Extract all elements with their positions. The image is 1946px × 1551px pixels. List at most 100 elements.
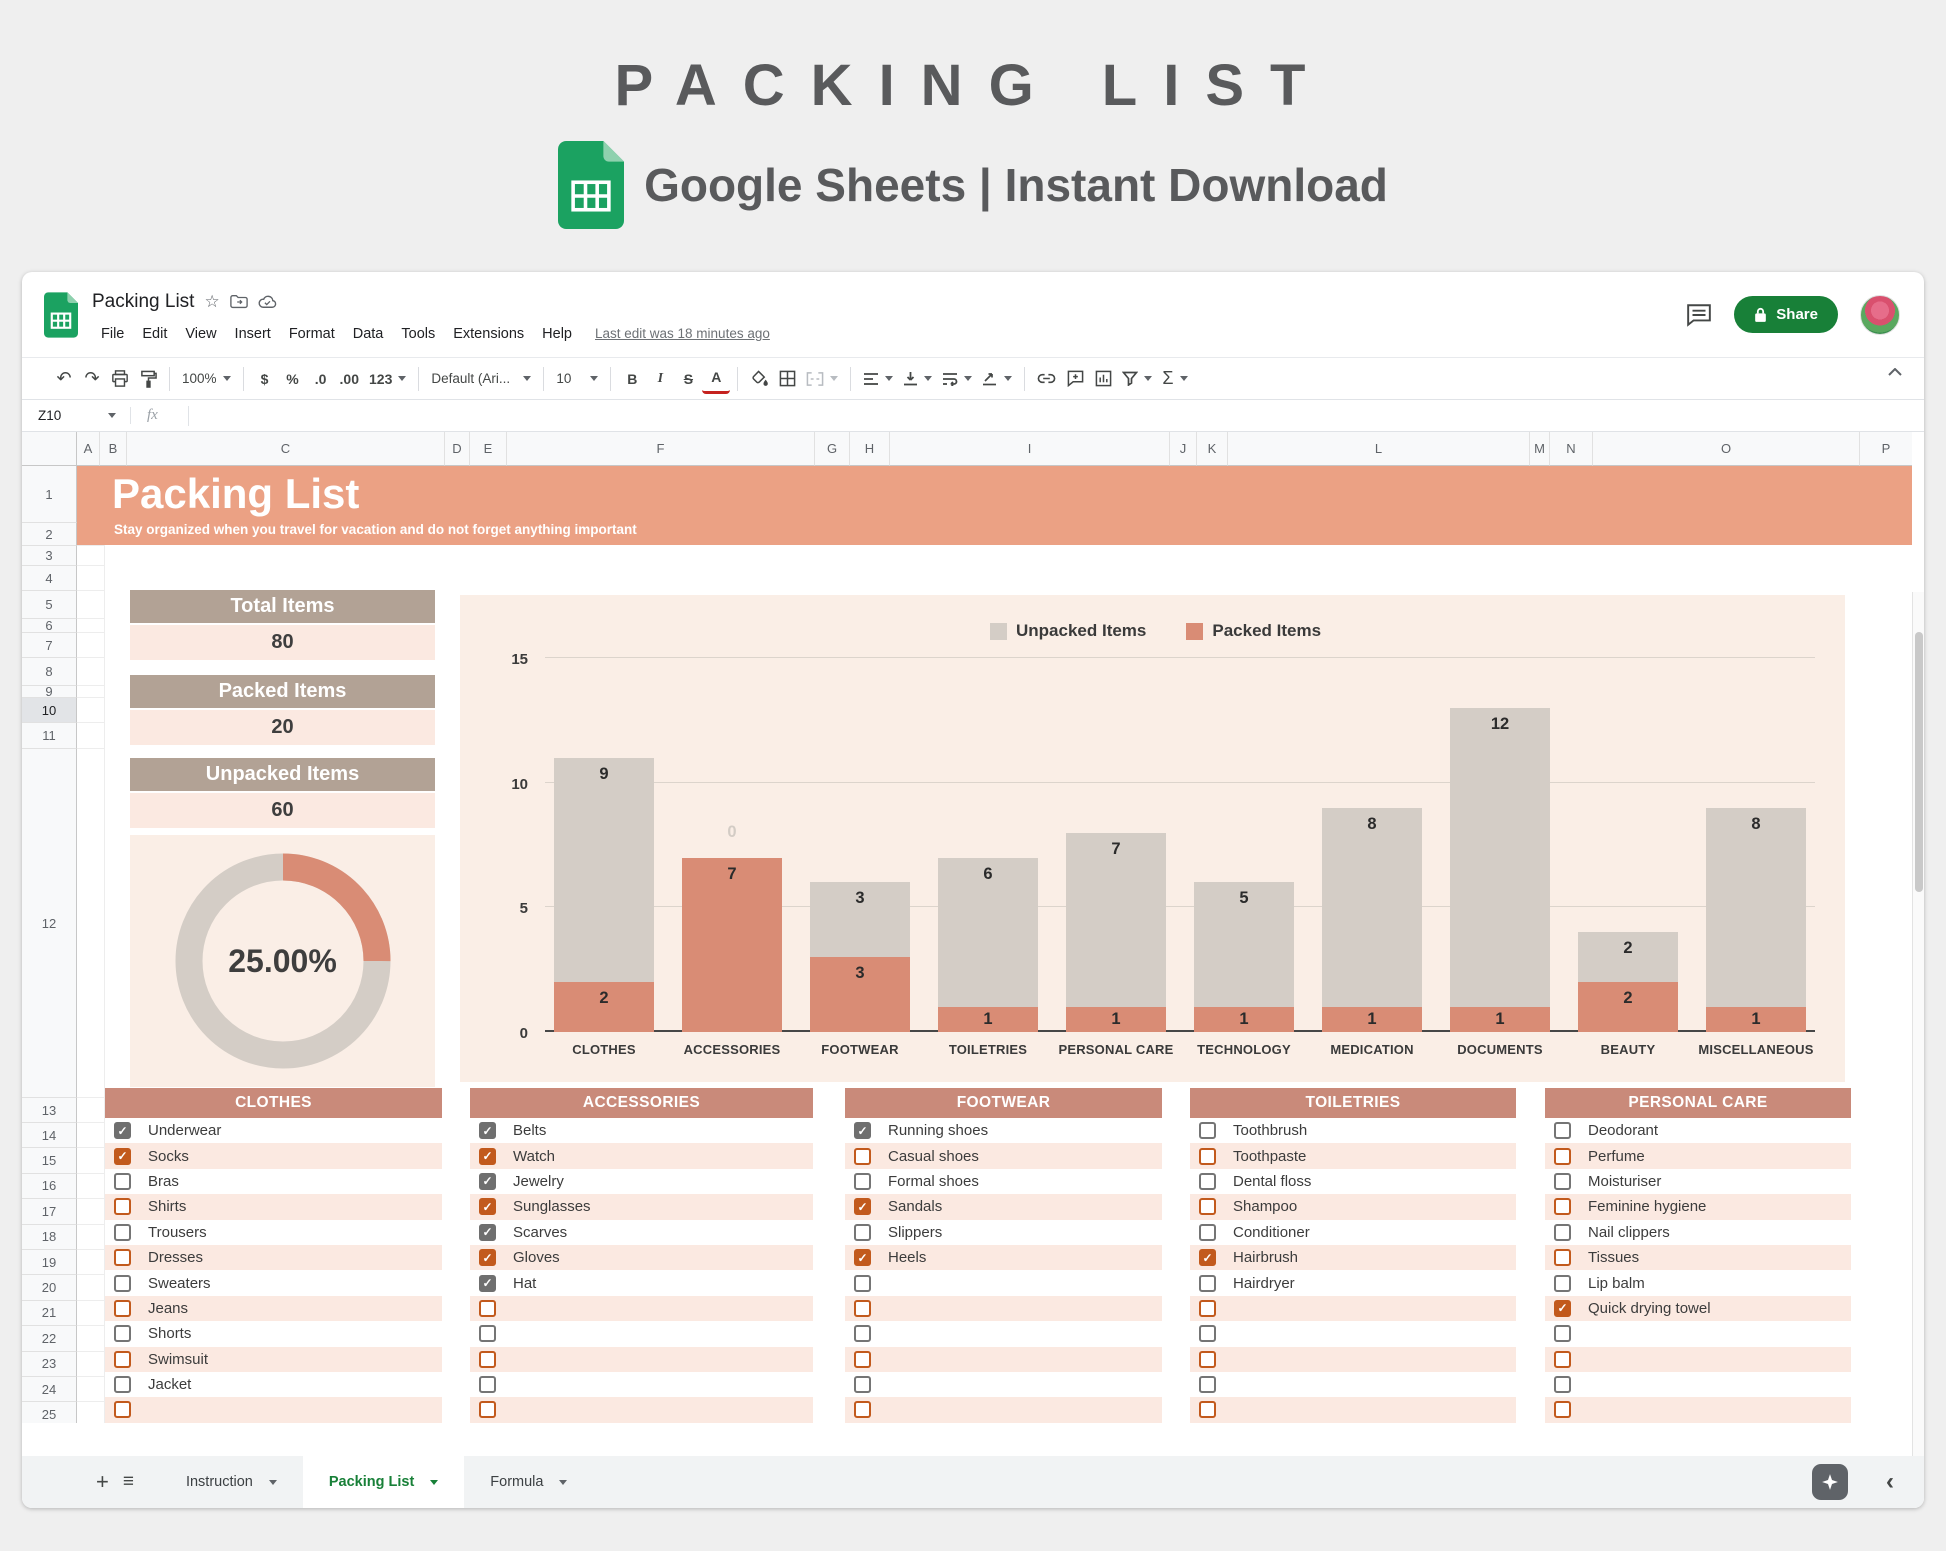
checkbox-unchecked[interactable] — [1199, 1275, 1216, 1292]
row-header-13[interactable]: 13 — [22, 1098, 77, 1123]
checklist-item-dresses[interactable]: Dresses — [105, 1245, 442, 1270]
checkbox-unchecked[interactable] — [114, 1249, 131, 1266]
checklist-item[interactable] — [470, 1347, 813, 1372]
vertical-scrollbar[interactable]: ▲▼ — [1912, 592, 1924, 1508]
grid-cell[interactable] — [77, 633, 105, 658]
grid-cell[interactable] — [77, 1225, 105, 1250]
checkbox-unchecked[interactable] — [479, 1376, 496, 1393]
insert-comment-button[interactable] — [1061, 364, 1089, 394]
checklist-item[interactable] — [105, 1397, 442, 1422]
sheet-tab-formula[interactable]: Formula — [464, 1456, 593, 1508]
font-select[interactable]: Default (Ari... — [426, 364, 536, 394]
checkbox-unchecked[interactable] — [854, 1351, 871, 1368]
checklist-item[interactable] — [1190, 1397, 1516, 1422]
checkbox-unchecked[interactable] — [1199, 1325, 1216, 1342]
checkbox-unchecked[interactable] — [479, 1401, 496, 1418]
bold-button[interactable]: B — [618, 364, 646, 394]
checklist-item[interactable] — [1190, 1372, 1516, 1397]
checklist-item-watch[interactable]: ✓Watch — [470, 1143, 813, 1168]
checkbox-checked[interactable]: ✓ — [479, 1224, 496, 1241]
bar-chart[interactable]: Unpacked ItemsPacked Items 05101529CLOTH… — [460, 595, 1845, 1082]
grid-cell[interactable] — [77, 1199, 105, 1224]
italic-button[interactable]: I — [646, 364, 674, 394]
checklist-item[interactable] — [1545, 1397, 1851, 1422]
checkbox-unchecked[interactable] — [854, 1275, 871, 1292]
merge-cells-button[interactable] — [801, 364, 843, 394]
row-header-12[interactable]: 12 — [22, 749, 77, 1098]
row-header-6[interactable]: 6 — [22, 619, 77, 633]
grid-cell[interactable] — [77, 1148, 105, 1173]
checklist-item[interactable] — [470, 1321, 813, 1346]
checklist-item-hairdryer[interactable]: Hairdryer — [1190, 1270, 1516, 1295]
checklist-item-lip-balm[interactable]: Lip balm — [1545, 1270, 1851, 1295]
row-header-23[interactable]: 23 — [22, 1352, 77, 1377]
checkbox-unchecked[interactable] — [1554, 1401, 1571, 1418]
checkbox-unchecked[interactable] — [854, 1376, 871, 1393]
grid-cell[interactable] — [77, 1326, 105, 1351]
checklist-item-swimsuit[interactable]: Swimsuit — [105, 1347, 442, 1372]
column-header-C[interactable]: C — [127, 432, 445, 466]
checklist-item[interactable] — [1545, 1347, 1851, 1372]
checklist-item-slippers[interactable]: Slippers — [845, 1220, 1162, 1245]
horizontal-align-button[interactable] — [858, 364, 898, 394]
share-button[interactable]: Share — [1734, 296, 1838, 333]
grid-cell[interactable] — [77, 749, 105, 1098]
more-formats-button[interactable]: 123 — [364, 364, 411, 394]
select-all-corner[interactable] — [22, 432, 77, 466]
grid-cell[interactable] — [77, 1098, 105, 1123]
checkbox-unchecked[interactable] — [854, 1300, 871, 1317]
donut-chart[interactable]: 25.00% — [130, 835, 435, 1087]
row-header-4[interactable]: 4 — [22, 566, 77, 591]
checklist-item-moisturiser[interactable]: Moisturiser — [1545, 1169, 1851, 1194]
row-header-16[interactable]: 16 — [22, 1174, 77, 1199]
borders-button[interactable] — [773, 364, 801, 394]
checkbox-unchecked[interactable] — [1554, 1224, 1571, 1241]
menu-view[interactable]: View — [176, 322, 225, 346]
checkbox-unchecked[interactable] — [479, 1351, 496, 1368]
checkbox-checked[interactable]: ✓ — [479, 1275, 496, 1292]
checklist-item-conditioner[interactable]: Conditioner — [1190, 1220, 1516, 1245]
checkbox-unchecked[interactable] — [1554, 1275, 1571, 1292]
row-header-25[interactable]: 25 — [22, 1402, 77, 1423]
row-header-10[interactable]: 10 — [22, 698, 77, 723]
column-header-F[interactable]: F — [507, 432, 815, 466]
paint-format-button[interactable] — [134, 364, 162, 394]
checkbox-checked[interactable]: ✓ — [114, 1122, 131, 1139]
column-header-G[interactable]: G — [815, 432, 850, 466]
grid-cell[interactable] — [77, 1377, 105, 1402]
column-header-N[interactable]: N — [1550, 432, 1593, 466]
row-header-15[interactable]: 15 — [22, 1148, 77, 1173]
checkbox-unchecked[interactable] — [1199, 1401, 1216, 1418]
checklist-item-belts[interactable]: ✓Belts — [470, 1118, 813, 1143]
sheet-tab-packing-list[interactable]: Packing List — [303, 1456, 464, 1508]
grid-cell[interactable] — [77, 723, 105, 749]
row-header-7[interactable]: 7 — [22, 633, 77, 658]
checkbox-unchecked[interactable] — [1199, 1198, 1216, 1215]
show-side-panel-icon[interactable]: ‹ — [1886, 1468, 1894, 1496]
checkbox-unchecked[interactable] — [114, 1376, 131, 1393]
column-header-K[interactable]: K — [1197, 432, 1228, 466]
checkbox-unchecked[interactable] — [114, 1401, 131, 1418]
collapse-toolbar-icon[interactable] — [1888, 368, 1902, 376]
grid-cell[interactable] — [77, 619, 105, 633]
name-box[interactable]: Z10 — [22, 408, 126, 423]
filter-button[interactable] — [1117, 364, 1157, 394]
checkbox-checked[interactable]: ✓ — [1554, 1300, 1571, 1317]
checklist-item[interactable] — [1190, 1321, 1516, 1346]
checkbox-unchecked[interactable] — [854, 1224, 871, 1241]
grid-cell[interactable] — [77, 1352, 105, 1377]
checklist-item[interactable] — [1545, 1372, 1851, 1397]
grid-cell[interactable] — [77, 698, 105, 723]
menu-file[interactable]: File — [92, 322, 133, 346]
checkbox-unchecked[interactable] — [114, 1300, 131, 1317]
text-color-button[interactable]: A — [702, 364, 730, 394]
checkbox-checked[interactable]: ✓ — [479, 1148, 496, 1165]
row-header-17[interactable]: 17 — [22, 1199, 77, 1224]
checklist-item[interactable] — [470, 1397, 813, 1422]
checklist-item[interactable] — [1190, 1296, 1516, 1321]
column-header-O[interactable]: O — [1593, 432, 1860, 466]
checkbox-unchecked[interactable] — [1554, 1198, 1571, 1215]
checkbox-unchecked[interactable] — [479, 1300, 496, 1317]
checklist-item[interactable] — [845, 1296, 1162, 1321]
checkbox-unchecked[interactable] — [854, 1148, 871, 1165]
